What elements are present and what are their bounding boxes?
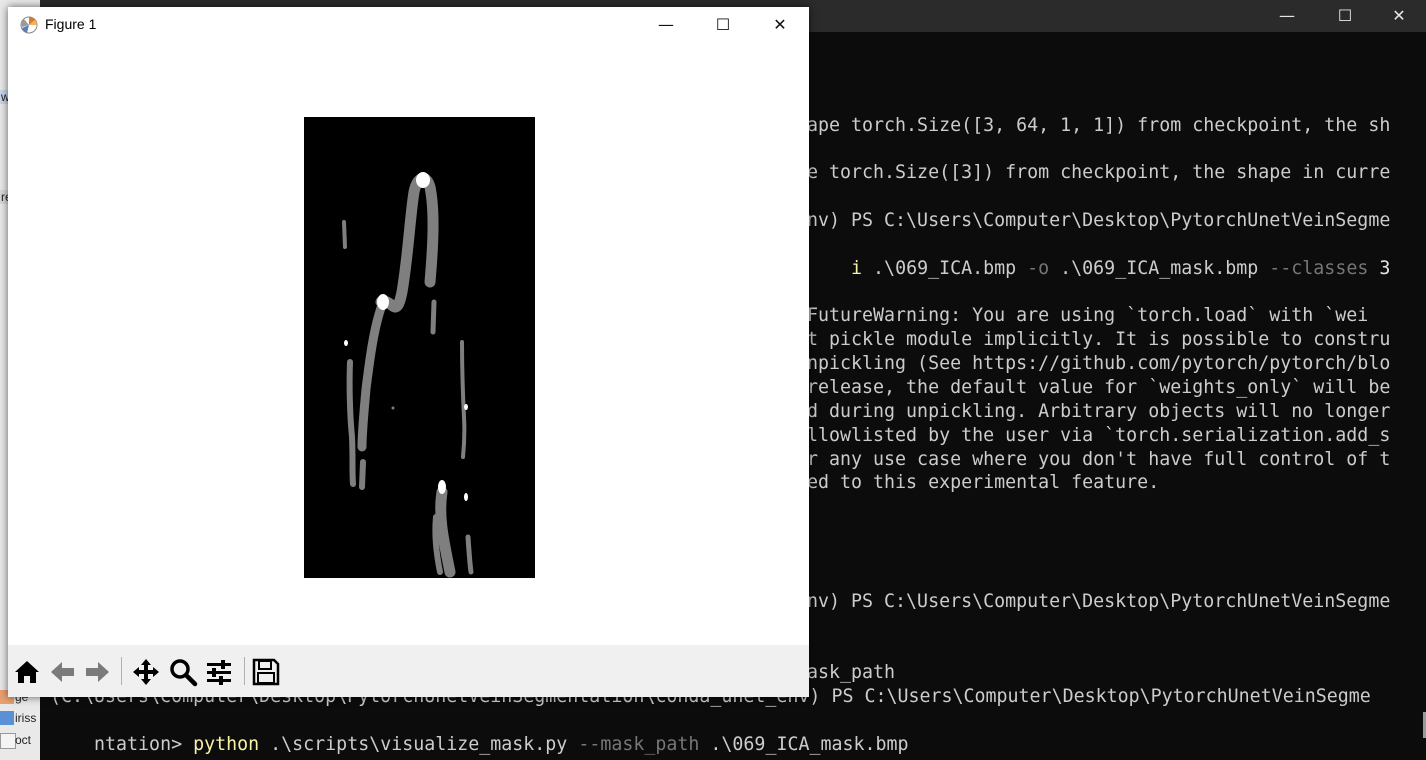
figure-canvas[interactable]	[8, 43, 809, 645]
vein-dot-lower	[464, 493, 468, 501]
desktop-label: iriss	[15, 711, 37, 725]
command-arg: .\scripts\visualize_mask.py	[259, 734, 579, 755]
vein-dot-center	[391, 406, 395, 410]
terminal-output-line: nv) PS C:\Users\Computer\Desktop\Pytorch…	[807, 210, 1391, 231]
terminal-command-line: i .\069_ICA.bmp -o .\069_ICA_mask.bmp --…	[807, 233, 1390, 305]
zoom-icon[interactable]	[168, 657, 198, 687]
forward-arrow-icon[interactable]	[82, 657, 112, 687]
terminal-output-line: r any use case where you don't have full…	[807, 449, 1391, 470]
vein-tip-bottom	[438, 480, 446, 494]
vein-dot-right	[464, 404, 468, 410]
terminal-output-line: llowlisted by the user via `torch.serial…	[807, 425, 1391, 446]
desktop-file-icon[interactable]	[0, 711, 14, 725]
prompt-suffix: ntation>	[94, 734, 194, 755]
terminal-output-line: release, the default value for `weights_…	[807, 377, 1391, 398]
vein-mid-right	[430, 299, 437, 335]
figure-titlebar[interactable]: Figure 1 — ☐ ✕	[8, 7, 809, 43]
terminal-output-line: npickling (See https://github.com/pytorc…	[807, 353, 1391, 374]
terminal-maximize-button[interactable]: ☐	[1322, 0, 1368, 32]
command-arg: .\069_ICA_mask.bmp	[699, 734, 909, 755]
terminal-output-line: d during unpickling. Arbitrary objects w…	[807, 401, 1391, 422]
vein-left-branch	[346, 359, 356, 487]
configure-subplots-icon[interactable]	[204, 657, 234, 687]
segmentation-mask-image	[304, 117, 535, 578]
command-value: 3	[1368, 258, 1391, 279]
command-arg: .\069_ICA_mask.bmp	[1049, 258, 1270, 279]
save-icon[interactable]	[251, 657, 281, 687]
vein-right-branch	[460, 340, 467, 459]
figure-title: Figure 1	[45, 16, 97, 32]
vein-tip-top	[416, 172, 430, 188]
figure-close-button[interactable]: ✕	[757, 7, 803, 43]
terminal-output-line: FutureWarning: You are using `torch.load…	[807, 305, 1369, 326]
terminal-output-line: ask_path	[807, 662, 896, 683]
command-flag: --mask_path	[578, 734, 700, 755]
toolbar-separator	[121, 657, 122, 685]
terminal-minimize-button[interactable]: —	[1264, 0, 1310, 32]
command-flag: -o	[1027, 258, 1050, 279]
command-arg: .\069_ICA.bmp	[862, 258, 1028, 279]
desktop-file-icon[interactable]	[0, 733, 16, 749]
command-flag: --classes	[1269, 258, 1369, 279]
home-icon[interactable]	[12, 657, 42, 687]
vein-tail-left	[359, 459, 366, 490]
figure-maximize-button[interactable]: ☐	[700, 7, 746, 43]
terminal-output-line: e torch.Size([3]) from checkpoint, the s…	[807, 162, 1391, 183]
back-arrow-icon[interactable]	[48, 657, 78, 687]
terminal-output-line: ape torch.Size([3, 64, 1, 1]) from check…	[807, 115, 1391, 136]
desktop-label: oct	[15, 733, 32, 747]
figure-minimize-button[interactable]: —	[643, 7, 689, 43]
terminal-command-line: ntation> python .\scripts\visualize_mask…	[50, 709, 909, 760]
vein-dot-left	[344, 340, 348, 346]
vein-short-left	[342, 220, 347, 249]
matplotlib-logo-icon	[20, 16, 38, 34]
terminal-output-line: nv) PS C:\Users\Computer\Desktop\Pytorch…	[807, 591, 1391, 612]
vein-tip-mid	[377, 294, 389, 310]
vein-bottom-right	[465, 534, 474, 575]
pan-icon[interactable]	[131, 657, 161, 687]
toolbar-separator	[244, 657, 245, 685]
matplotlib-toolbar	[8, 645, 809, 697]
command-flag: i	[851, 258, 863, 279]
terminal-output-line: t pickle module implicitly. It is possib…	[807, 329, 1391, 350]
terminal-output-line: ed to this experimental feature.	[807, 472, 1160, 493]
command-name: python	[193, 734, 260, 755]
figure-window[interactable]: Figure 1 — ☐ ✕	[8, 7, 809, 697]
terminal-close-button[interactable]: ✕	[1376, 0, 1422, 32]
